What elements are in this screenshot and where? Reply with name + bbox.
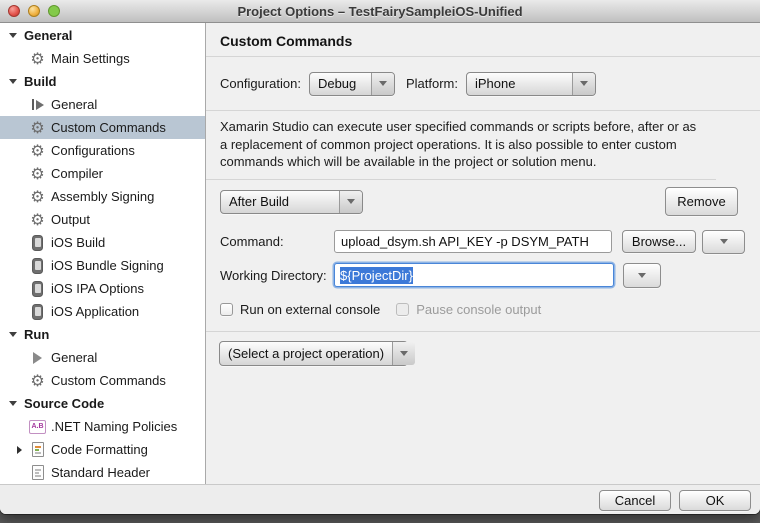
minimize-window-button[interactable]	[28, 5, 40, 17]
sidebar-item-main-settings[interactable]: ⚙ Main Settings	[0, 47, 205, 70]
zoom-window-button[interactable]	[48, 5, 60, 17]
close-window-button[interactable]	[8, 5, 20, 17]
select-project-operation-select[interactable]: (Select a project operation)	[219, 341, 408, 366]
gear-icon: ⚙	[29, 142, 46, 159]
sidebar-item-build-general[interactable]: General	[0, 93, 205, 116]
iphone-icon	[29, 303, 46, 320]
options-sidebar: General ⚙ Main Settings Build General ⚙ …	[0, 23, 206, 484]
sidebar-item-output[interactable]: ⚙ Output	[0, 208, 205, 231]
configuration-label: Configuration:	[220, 76, 301, 91]
disclosure-down-icon[interactable]	[9, 332, 17, 337]
sidebar-item-ios-application[interactable]: iOS Application	[0, 300, 205, 323]
working-directory-input[interactable]: ${ProjectDir}	[334, 263, 614, 287]
gear-icon: ⚙	[29, 50, 46, 67]
page-title: Custom Commands	[206, 23, 760, 57]
iphone-icon	[29, 280, 46, 297]
command-block: After Build Remove Command: Browse... Wo…	[206, 180, 760, 332]
sidebar-item-ios-build[interactable]: iOS Build	[0, 231, 205, 254]
document-icon	[29, 464, 46, 481]
pause-console-output-checkbox	[396, 303, 409, 316]
command-label: Command:	[220, 234, 334, 249]
ab-naming-icon: A.B	[29, 418, 46, 435]
iphone-icon	[29, 234, 46, 251]
sidebar-item-build-custom-commands[interactable]: ⚙ Custom Commands	[0, 116, 205, 139]
dialog-footer: Cancel OK	[0, 484, 760, 514]
play-icon	[29, 349, 46, 366]
working-directory-dropdown-button[interactable]	[623, 263, 661, 288]
sidebar-item-run-custom-commands[interactable]: ⚙ Custom Commands	[0, 369, 205, 392]
browse-button[interactable]: Browse...	[622, 230, 696, 253]
sidebar-item-code-formatting[interactable]: Code Formatting	[0, 438, 205, 461]
run-external-console-checkbox[interactable]	[220, 303, 233, 316]
build-general-icon	[29, 96, 46, 113]
sidebar-item-compiler[interactable]: ⚙ Compiler	[0, 162, 205, 185]
chevron-down-icon	[638, 273, 646, 278]
sidebar-item-ios-ipa-options[interactable]: iOS IPA Options	[0, 277, 205, 300]
iphone-icon	[29, 257, 46, 274]
chevron-down-icon	[720, 239, 728, 244]
gear-icon: ⚙	[29, 372, 46, 389]
run-external-console-label: Run on external console	[240, 302, 380, 317]
sidebar-item-run-general[interactable]: General	[0, 346, 205, 369]
disclosure-down-icon[interactable]	[9, 33, 17, 38]
gear-icon: ⚙	[29, 119, 46, 136]
command-type-select[interactable]: After Build	[220, 190, 363, 214]
chevron-down-icon[interactable]	[371, 73, 394, 95]
title-bar: Project Options – TestFairySampleiOS-Uni…	[0, 0, 760, 23]
selected-text: ${ProjectDir}	[340, 267, 413, 284]
sidebar-item-assembly-signing[interactable]: ⚙ Assembly Signing	[0, 185, 205, 208]
chevron-down-icon[interactable]	[339, 191, 362, 213]
chevron-down-icon[interactable]	[572, 73, 595, 95]
code-formatting-doc-icon	[29, 441, 46, 458]
sidebar-group-run[interactable]: Run	[0, 323, 205, 346]
working-directory-label: Working Directory:	[220, 268, 334, 283]
configuration-row: Configuration: Debug Platform: iPhone	[206, 57, 760, 111]
pause-console-output-label: Pause console output	[416, 302, 541, 317]
gear-icon: ⚙	[29, 188, 46, 205]
configuration-select[interactable]: Debug	[309, 72, 395, 96]
platform-label: Platform:	[406, 76, 458, 91]
gear-icon: ⚙	[29, 165, 46, 182]
remove-button[interactable]: Remove	[665, 187, 738, 216]
custom-commands-panel: Custom Commands Configuration: Debug Pla…	[206, 23, 760, 484]
disclosure-down-icon[interactable]	[9, 401, 17, 406]
command-options-dropdown-button[interactable]	[702, 230, 745, 254]
ok-button[interactable]: OK	[679, 490, 751, 511]
platform-select[interactable]: iPhone	[466, 72, 596, 96]
project-options-window: Project Options – TestFairySampleiOS-Uni…	[0, 0, 760, 514]
sidebar-item-net-naming-policies[interactable]: A.B .NET Naming Policies	[0, 415, 205, 438]
sidebar-item-ios-bundle-signing[interactable]: iOS Bundle Signing	[0, 254, 205, 277]
sidebar-item-configurations[interactable]: ⚙ Configurations	[0, 139, 205, 162]
disclosure-down-icon[interactable]	[9, 79, 17, 84]
sidebar-item-standard-header[interactable]: Standard Header	[0, 461, 205, 484]
disclosure-right-icon[interactable]	[17, 446, 22, 454]
gear-icon: ⚙	[29, 211, 46, 228]
command-input[interactable]	[334, 230, 612, 253]
chevron-down-icon[interactable]	[392, 342, 415, 365]
sidebar-group-general[interactable]: General	[0, 24, 205, 47]
window-title: Project Options – TestFairySampleiOS-Uni…	[237, 4, 522, 19]
sidebar-group-source-code[interactable]: Source Code	[0, 392, 205, 415]
cancel-button[interactable]: Cancel	[599, 490, 671, 511]
description-text: Xamarin Studio can execute user specifie…	[206, 111, 716, 180]
sidebar-group-build[interactable]: Build	[0, 70, 205, 93]
